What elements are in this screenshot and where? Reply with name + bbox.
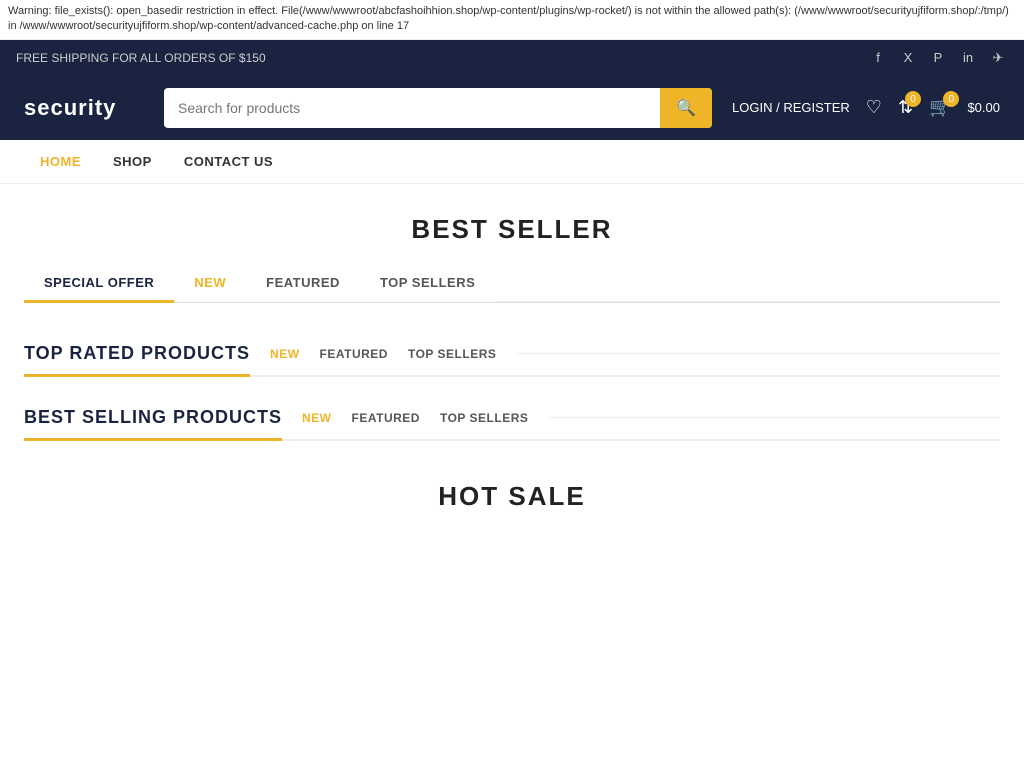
tab-special-offer[interactable]: SPECIAL OFFER <box>24 265 174 303</box>
logo: security <box>24 95 144 121</box>
cart-badge: 0 <box>943 91 959 107</box>
best-seller-title: BEST SELLER <box>24 214 1000 245</box>
tab-divider <box>495 301 1000 302</box>
tab-new[interactable]: NEW <box>174 265 246 303</box>
compare-badge: 0 <box>905 91 921 107</box>
tab-top-sellers[interactable]: TOP SELLERS <box>360 265 495 303</box>
best-selling-divider <box>548 417 1000 418</box>
top-rated-tab-top-sellers[interactable]: TOP SELLERS <box>408 343 496 365</box>
search-input[interactable] <box>164 90 660 126</box>
shipping-notice: FREE SHIPPING FOR ALL ORDERS OF $150 <box>16 51 266 65</box>
facebook-icon[interactable]: f <box>868 48 888 68</box>
cart-total: $0.00 <box>967 100 1000 115</box>
cart-icon[interactable]: 🛒 0 <box>929 97 951 118</box>
hot-sale-title: HOT SALE <box>24 481 1000 512</box>
top-info-bar: FREE SHIPPING FOR ALL ORDERS OF $150 f X… <box>0 40 1024 76</box>
nav-shop[interactable]: SHOP <box>97 140 168 183</box>
best-seller-section: BEST SELLER SPECIAL OFFER NEW FEATURED T… <box>24 214 1000 303</box>
top-rated-divider <box>516 353 1000 354</box>
search-bar: 🔍 <box>164 88 712 128</box>
main-content: BEST SELLER SPECIAL OFFER NEW FEATURED T… <box>0 184 1024 572</box>
header: security 🔍 LOGIN / REGISTER ♡ ⇅ 0 🛒 0 $0… <box>0 76 1024 140</box>
best-selling-title: BEST SELLING PRODUCTS <box>24 407 282 441</box>
best-selling-tab-top-sellers[interactable]: TOP SELLERS <box>440 407 528 429</box>
best-seller-tab-bar: SPECIAL OFFER NEW FEATURED TOP SELLERS <box>24 265 1000 303</box>
linkedin-icon[interactable]: in <box>958 48 978 68</box>
error-message: Warning: file_exists(): open_basedir res… <box>8 5 1009 32</box>
pinterest-icon[interactable]: P <box>928 48 948 68</box>
main-nav: HOME SHOP CONTACT US <box>0 140 1024 184</box>
nav-contact[interactable]: CONTACT US <box>168 140 289 183</box>
social-icons: f X P in ✈ <box>868 48 1008 68</box>
top-rated-section: TOP RATED PRODUCTS NEW FEATURED TOP SELL… <box>24 343 1000 377</box>
best-selling-tab-new[interactable]: NEW <box>302 407 332 429</box>
error-bar: Warning: file_exists(): open_basedir res… <box>0 0 1024 40</box>
hot-sale-section: HOT SALE <box>24 481 1000 512</box>
best-selling-header: BEST SELLING PRODUCTS NEW FEATURED TOP S… <box>24 407 1000 441</box>
telegram-icon[interactable]: ✈ <box>988 48 1008 68</box>
login-register-link[interactable]: LOGIN / REGISTER <box>732 100 850 115</box>
top-rated-tab-new[interactable]: NEW <box>270 343 300 365</box>
top-rated-tab-featured[interactable]: FEATURED <box>320 343 388 365</box>
tab-featured[interactable]: FEATURED <box>246 265 360 303</box>
top-rated-header: TOP RATED PRODUCTS NEW FEATURED TOP SELL… <box>24 343 1000 377</box>
best-selling-tab-featured[interactable]: FEATURED <box>352 407 420 429</box>
nav-home[interactable]: HOME <box>24 140 97 183</box>
top-rated-title: TOP RATED PRODUCTS <box>24 343 250 377</box>
wishlist-icon[interactable]: ♡ <box>866 97 882 118</box>
compare-icon[interactable]: ⇅ 0 <box>898 97 913 118</box>
best-selling-section: BEST SELLING PRODUCTS NEW FEATURED TOP S… <box>24 407 1000 441</box>
search-button[interactable]: 🔍 <box>660 88 712 128</box>
header-actions: LOGIN / REGISTER ♡ ⇅ 0 🛒 0 $0.00 <box>732 97 1000 118</box>
twitter-icon[interactable]: X <box>898 48 918 68</box>
